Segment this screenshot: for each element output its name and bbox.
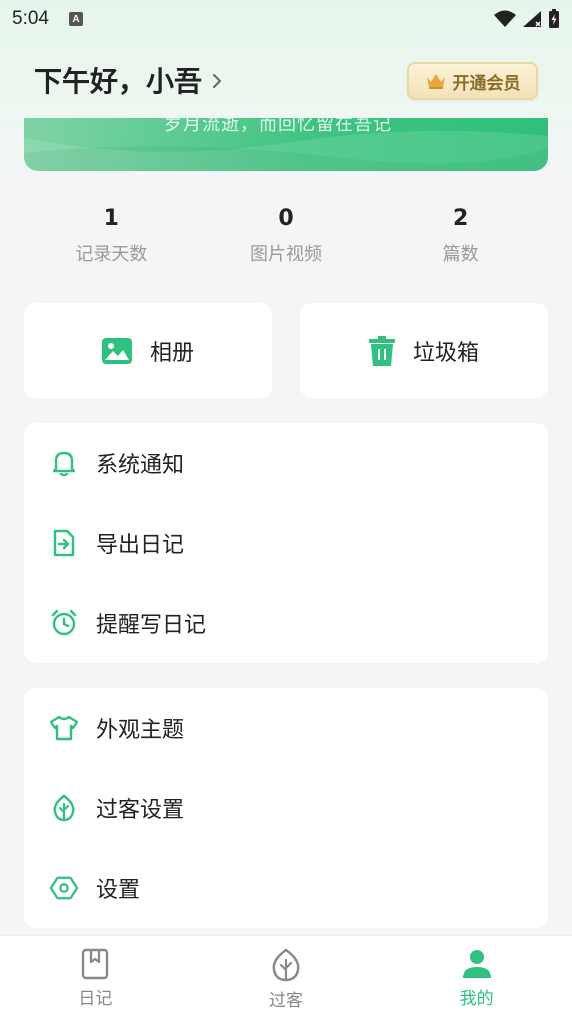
settings-hex-icon [50,874,78,902]
menu-label: 外观主题 [96,718,185,743]
diary-book-icon [82,948,109,980]
notification-icon: A [68,12,83,26]
stat-media: 0 图片视频 [199,200,374,280]
bell-icon [50,449,78,477]
user-greeting[interactable]: 下午好，小吾 [34,60,222,100]
status-time: 5:04 [12,8,49,29]
album-button[interactable]: 相册 [24,303,272,398]
menu-item-settings[interactable]: 设置 [24,848,548,928]
signal-icon [523,11,541,27]
export-file-icon [50,529,78,557]
stat-label: 记录天数 [75,244,148,265]
stat-days: 1 记录天数 [24,200,199,280]
trash-button[interactable]: 垃圾箱 [300,303,548,398]
banner-text: 岁月流逝，而回忆留在吾记 [164,118,392,135]
menu-label: 设置 [96,878,141,903]
status-bar: 5:04 A [0,0,572,38]
menu-label: 导出日记 [96,533,185,558]
vip-button[interactable]: 开通会员 [407,62,538,100]
stats-row: 1 记录天数 0 图片视频 2 篇数 [24,200,548,280]
menu-group-settings: 外观主题 过客设置 设置 [24,688,548,928]
wifi-icon [494,10,516,27]
person-icon [462,950,491,978]
tab-mine[interactable]: 我的 [381,936,572,1016]
tab-diary[interactable]: 日记 [0,936,191,1016]
battery-icon [549,9,559,28]
tab-passerby[interactable]: 过客 [191,936,382,1016]
menu-item-export[interactable]: 导出日记 [24,503,548,583]
stat-label: 图片视频 [250,244,322,265]
leaf-icon [272,948,300,982]
menu-label: 提醒写日记 [96,613,207,638]
leaf-icon [50,794,78,822]
menu-item-passerby-settings[interactable]: 过客设置 [24,768,548,848]
menu-item-system-notice[interactable]: 系统通知 [24,423,548,503]
stat-value: 1 [103,206,119,231]
crown-icon [426,74,445,89]
bottom-tab-bar: 日记 过客 我的 [0,935,572,1016]
alarm-clock-icon [50,609,78,637]
stat-entries: 2 篇数 [373,200,548,280]
trash-icon [368,335,395,366]
image-icon [101,337,132,364]
tab-label: 过客 [269,991,303,1011]
quick-cards: 相册 垃圾箱 [24,303,548,398]
menu-item-theme[interactable]: 外观主题 [24,688,548,768]
tab-label: 日记 [78,989,113,1009]
chevron-right-icon [213,74,222,88]
trash-label: 垃圾箱 [412,340,479,366]
stat-value: 0 [278,206,294,231]
vip-label: 开通会员 [452,73,521,94]
greeting-text: 下午好，小吾 [34,65,203,98]
stat-label: 篇数 [442,244,479,265]
memory-banner[interactable]: 岁月流逝，而回忆留在吾记 [24,118,548,171]
menu-label: 过客设置 [96,798,185,823]
stat-value: 2 [453,206,469,231]
album-label: 相册 [149,340,194,366]
menu-label: 系统通知 [96,453,185,478]
status-icons [494,9,560,29]
tab-label: 我的 [459,989,494,1009]
menu-group-notifications: 系统通知 导出日记 提醒写日记 [24,423,548,663]
tshirt-icon [50,714,78,742]
menu-item-reminder[interactable]: 提醒写日记 [24,583,548,663]
